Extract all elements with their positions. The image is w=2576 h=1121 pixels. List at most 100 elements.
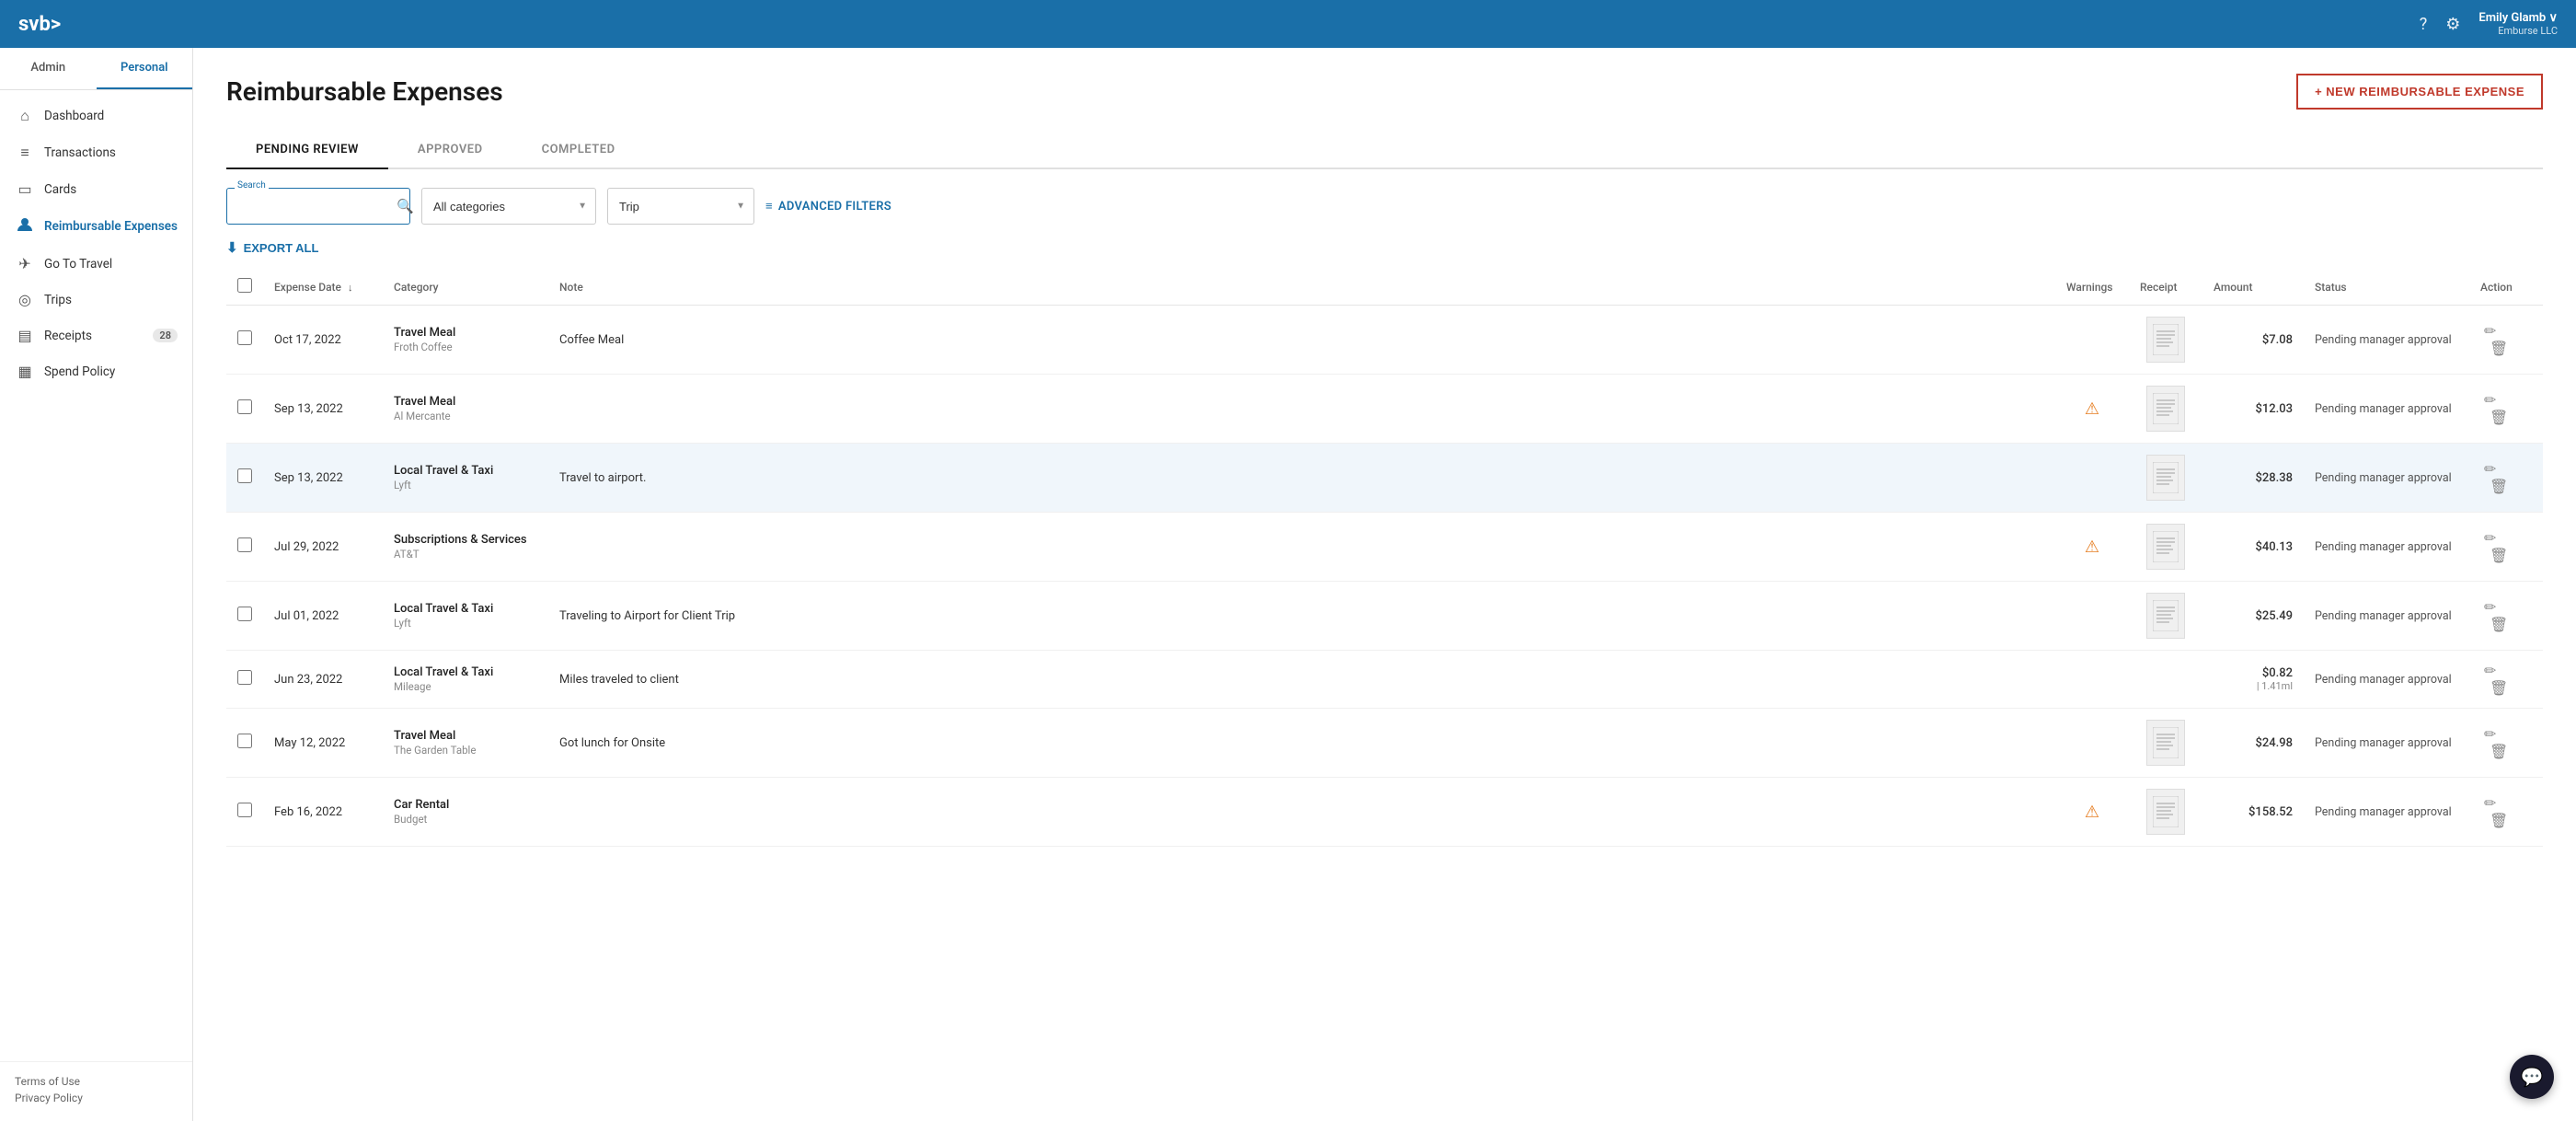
table-row: Jul 29, 2022Subscriptions & ServicesAT&T…: [226, 513, 2543, 582]
tab-completed[interactable]: COMPLETED: [512, 132, 645, 168]
new-expense-button[interactable]: + NEW REIMBURSABLE EXPENSE: [2296, 74, 2543, 110]
cell-status: Pending manager approval: [2304, 778, 2469, 847]
search-input[interactable]: [235, 200, 397, 214]
export-icon: ⬇: [226, 239, 238, 256]
table-row: Jul 01, 2022Local Travel & TaxiLyftTrave…: [226, 582, 2543, 651]
cell-note: Travel to airport.: [548, 444, 2055, 513]
receipt-thumbnail[interactable]: [2146, 720, 2185, 766]
row-checkbox[interactable]: [237, 803, 252, 817]
privacy-link[interactable]: Privacy Policy: [15, 1092, 178, 1104]
sidebar-item-cards[interactable]: ▭ Cards: [0, 171, 192, 207]
header-receipt: Receipt: [2129, 269, 2202, 306]
cell-action: ✏ 🗑: [2469, 778, 2543, 847]
warning-icon: ⚠: [2085, 803, 2099, 822]
cell-date: Jul 29, 2022: [263, 513, 383, 582]
row-checkbox[interactable]: [237, 330, 252, 345]
tab-approved[interactable]: APPROVED: [388, 132, 512, 168]
receipts-badge: 28: [153, 329, 178, 342]
expense-tbody: Oct 17, 2022Travel MealFroth CoffeeCoffe…: [226, 306, 2543, 847]
select-all-checkbox[interactable]: [237, 278, 252, 293]
cell-amount: $25.49: [2202, 582, 2304, 651]
cell-receipt: [2129, 709, 2202, 778]
help-icon[interactable]: ?: [2420, 15, 2428, 34]
cell-note: Traveling to Airport for Client Trip: [548, 582, 2055, 651]
export-row: ⬇ EXPORT ALL: [226, 239, 2543, 256]
cell-date: Feb 16, 2022: [263, 778, 383, 847]
table-row: Sep 13, 2022Local Travel & TaxiLyftTrave…: [226, 444, 2543, 513]
cell-action: ✏ 🗑: [2469, 582, 2543, 651]
sidebar-label-cards: Cards: [44, 182, 76, 197]
sidebar-label-reimbursable: Reimbursable Expenses: [44, 219, 178, 234]
sidebar-item-dashboard[interactable]: ⌂ Dashboard: [0, 98, 192, 134]
top-nav-right: ? ⚙ Emily Glamb ∨ Emburse LLC: [2420, 11, 2558, 37]
receipt-thumbnail[interactable]: [2146, 317, 2185, 363]
terms-link[interactable]: Terms of Use: [15, 1075, 178, 1088]
sidebar-item-go-to-travel[interactable]: ✈ Go To Travel: [0, 246, 192, 282]
sidebar-item-reimbursable-expenses[interactable]: Reimbursable Expenses: [0, 207, 192, 246]
receipt-thumbnail[interactable]: [2146, 593, 2185, 639]
chat-button[interactable]: 💬: [2510, 1055, 2554, 1099]
sidebar-item-spend-policy[interactable]: ▦ Spend Policy: [0, 353, 192, 389]
row-checkbox[interactable]: [237, 468, 252, 483]
cell-category: Local Travel & TaxiMileage: [383, 651, 548, 709]
delete-icon[interactable]: 🗑: [2486, 543, 2512, 568]
delete-icon[interactable]: 🗑: [2486, 612, 2512, 637]
cell-status: Pending manager approval: [2304, 375, 2469, 444]
cell-category: Car RentalBudget: [383, 778, 548, 847]
delete-icon[interactable]: 🗑: [2486, 405, 2512, 430]
advanced-filters[interactable]: ≡ ADVANCED FILTERS: [765, 199, 891, 214]
settings-icon[interactable]: ⚙: [2445, 15, 2460, 34]
sidebar-tabs: Admin Personal: [0, 48, 192, 90]
delete-icon[interactable]: 🗑: [2486, 739, 2512, 764]
cell-category: Travel MealFroth Coffee: [383, 306, 548, 375]
delete-icon[interactable]: 🗑: [2486, 336, 2512, 361]
user-menu[interactable]: Emily Glamb ∨ Emburse LLC: [2478, 11, 2558, 37]
row-checkbox[interactable]: [237, 670, 252, 685]
receipt-thumbnail[interactable]: [2146, 524, 2185, 570]
cell-action: ✏ 🗑: [2469, 709, 2543, 778]
trip-wrapper: Trip All trips: [607, 188, 754, 225]
row-checkbox[interactable]: [237, 399, 252, 414]
tab-pending-review[interactable]: PENDING REVIEW: [226, 132, 388, 169]
cell-action: ✏ 🗑: [2469, 444, 2543, 513]
transactions-icon: ≡: [15, 144, 35, 162]
svb-logo: svb>: [18, 13, 61, 36]
receipt-thumbnail[interactable]: [2146, 455, 2185, 501]
cell-receipt: [2129, 306, 2202, 375]
cell-receipt: [2129, 778, 2202, 847]
row-checkbox[interactable]: [237, 607, 252, 621]
sidebar-item-transactions[interactable]: ≡ Transactions: [0, 134, 192, 171]
sidebar-item-trips[interactable]: ◎ Trips: [0, 282, 192, 318]
cell-date: Sep 13, 2022: [263, 375, 383, 444]
cell-warnings: [2055, 709, 2129, 778]
delete-icon[interactable]: 🗑: [2486, 676, 2512, 700]
filter-icon: ≡: [765, 199, 773, 214]
cell-warnings: [2055, 582, 2129, 651]
export-all-button[interactable]: ⬇ EXPORT ALL: [226, 239, 318, 256]
row-checkbox[interactable]: [237, 537, 252, 552]
header-expense-date[interactable]: Expense Date ↓: [263, 269, 383, 306]
receipt-thumbnail[interactable]: [2146, 789, 2185, 835]
row-checkbox[interactable]: [237, 734, 252, 748]
trip-select[interactable]: Trip All trips: [607, 188, 754, 225]
sidebar-label-receipts: Receipts: [44, 329, 92, 343]
delete-icon[interactable]: 🗑: [2486, 808, 2512, 833]
header-category: Category: [383, 269, 548, 306]
cell-amount: $40.13: [2202, 513, 2304, 582]
dashboard-icon: ⌂: [15, 107, 35, 125]
filters-row: Search 🔍 All categories Travel Meal Loca…: [226, 188, 2543, 225]
cell-warnings: [2055, 306, 2129, 375]
categories-select[interactable]: All categories Travel Meal Local Travel …: [421, 188, 596, 225]
delete-icon[interactable]: 🗑: [2486, 474, 2512, 499]
table-row: Sep 13, 2022Travel MealAl Mercante⚠ $12.…: [226, 375, 2543, 444]
cell-category: Local Travel & TaxiLyft: [383, 444, 548, 513]
sidebar-item-receipts[interactable]: ▤ Receipts 28: [0, 318, 192, 353]
cell-receipt: [2129, 582, 2202, 651]
sidebar-tab-admin[interactable]: Admin: [0, 48, 97, 89]
sidebar-tab-personal[interactable]: Personal: [97, 48, 193, 89]
sidebar-label-dashboard: Dashboard: [44, 109, 104, 123]
cell-category: Subscriptions & ServicesAT&T: [383, 513, 548, 582]
cell-status: Pending manager approval: [2304, 651, 2469, 709]
receipt-thumbnail[interactable]: [2146, 386, 2185, 432]
cell-action: ✏ 🗑: [2469, 375, 2543, 444]
